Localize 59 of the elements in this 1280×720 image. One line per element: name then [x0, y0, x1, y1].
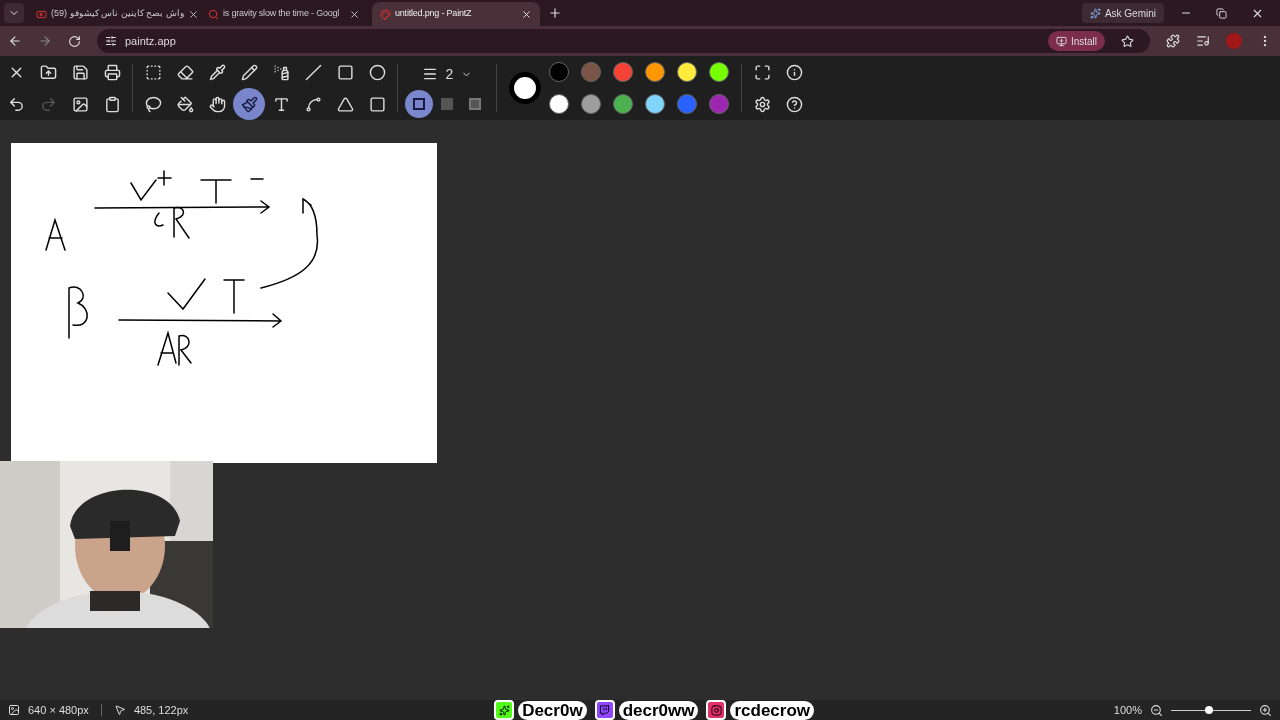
- social-icon: [594, 700, 615, 720]
- close-icon[interactable]: [349, 8, 360, 20]
- back-icon[interactable]: [8, 34, 22, 48]
- social-icon: [494, 700, 515, 720]
- color-swatch[interactable]: [677, 94, 697, 114]
- ask-gemini-button[interactable]: Ask Gemini: [1081, 3, 1164, 23]
- zoom-percent: 100%: [1113, 702, 1142, 718]
- site-settings-icon[interactable]: [105, 35, 117, 47]
- zoom-out-icon[interactable]: [1150, 703, 1163, 717]
- install-icon: [1055, 35, 1067, 47]
- social-icon: [706, 700, 727, 720]
- close-icon[interactable]: [187, 8, 199, 20]
- browser-tab[interactable]: is gravity slow the time - Googl: [200, 2, 368, 26]
- install-button[interactable]: Install: [1047, 31, 1105, 51]
- extensions-icon[interactable]: [1166, 34, 1180, 48]
- tab-title: (59) واش بصح كاينين ناس كيشوفو: [51, 7, 184, 21]
- current-color-swatch[interactable]: [509, 72, 541, 104]
- cursor-icon: [113, 704, 126, 716]
- close-icon[interactable]: [521, 8, 532, 20]
- color-swatch[interactable]: [677, 62, 697, 82]
- zoom-in-icon[interactable]: [1259, 703, 1272, 717]
- sparkle-icon: [1089, 7, 1101, 19]
- social-handle: decr0ww: [618, 700, 699, 720]
- color-swatch[interactable]: [645, 62, 665, 82]
- line-width-icon: [421, 66, 438, 82]
- zoom-slider[interactable]: [1171, 704, 1251, 716]
- social-handle: rcdecrow: [730, 700, 815, 720]
- search-icon: [208, 8, 219, 20]
- zoom-slider-thumb[interactable]: [1204, 706, 1213, 714]
- social-handle: Decr0w: [518, 700, 587, 720]
- bookmark-star-icon[interactable]: [1121, 34, 1134, 48]
- tab-title: is gravity slow the time - Googl: [223, 7, 341, 21]
- restore-icon[interactable]: [1216, 7, 1227, 19]
- tab-title: untitled.png - PaintZ: [395, 7, 473, 21]
- brush-icon[interactable]: [233, 88, 265, 120]
- image-size: 640 × 480px: [28, 702, 89, 718]
- color-swatch[interactable]: [613, 94, 633, 114]
- image-icon: [8, 704, 20, 716]
- color-swatch[interactable]: [549, 94, 569, 114]
- forward-icon[interactable]: [38, 34, 52, 48]
- tab-list-button[interactable]: [4, 3, 24, 23]
- color-swatch[interactable]: [581, 94, 601, 114]
- browser-tab[interactable]: (59) واش بصح كاينين ناس كيشوفو: [28, 2, 196, 26]
- line-width-dropdown[interactable]: 2: [421, 58, 473, 90]
- media-icon[interactable]: [1196, 34, 1210, 48]
- new-tab-icon[interactable]: [548, 6, 562, 20]
- palette-icon: [380, 8, 391, 20]
- color-swatch[interactable]: [645, 94, 665, 114]
- color-swatch[interactable]: [549, 62, 569, 82]
- address-bar[interactable]: paintz.app Install: [97, 29, 1150, 53]
- reload-icon[interactable]: [68, 34, 81, 48]
- fill-style-button[interactable]: [405, 90, 433, 118]
- cursor-position: 485, 122px: [133, 702, 189, 718]
- video-play-icon: [36, 8, 47, 20]
- color-swatch[interactable]: [613, 62, 633, 82]
- browser-tab[interactable]: untitled.png - PaintZ: [372, 2, 540, 26]
- color-swatch[interactable]: [581, 62, 601, 82]
- color-swatch[interactable]: [709, 94, 729, 114]
- color-swatch[interactable]: [709, 62, 729, 82]
